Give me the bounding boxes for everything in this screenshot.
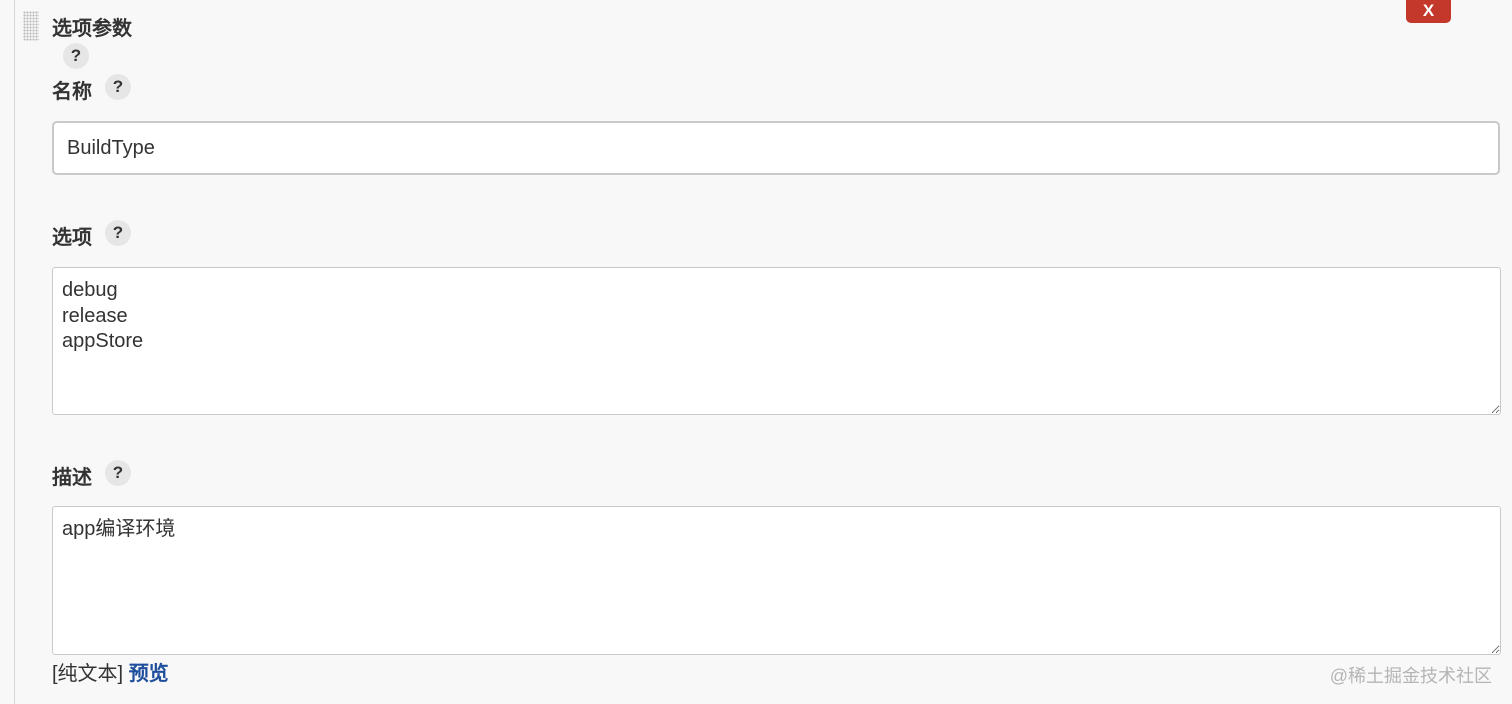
watermark: @稀土掘金技术社区 <box>1329 666 1492 686</box>
choices-textarea[interactable]: debug release appStore <box>52 267 1501 415</box>
drag-handle-icon[interactable] <box>23 11 39 41</box>
choices-label: 选项 <box>52 227 92 249</box>
choices-help-icon[interactable]: ? <box>105 220 131 246</box>
left-rule <box>14 0 15 704</box>
delete-button[interactable]: X <box>1406 0 1451 23</box>
description-label: 描述 <box>52 467 92 489</box>
description-footer: [纯文本] 预览 <box>52 657 169 686</box>
description-help-icon[interactable]: ? <box>105 460 131 486</box>
name-label: 名称 <box>52 81 92 103</box>
name-help-icon[interactable]: ? <box>105 74 131 100</box>
plain-text-label: [纯文本] <box>52 663 124 685</box>
description-textarea[interactable]: app编译环境 <box>52 506 1501 655</box>
preview-link[interactable]: 预览 <box>129 663 169 685</box>
name-input[interactable] <box>52 121 1500 175</box>
section-help-icon[interactable]: ? <box>63 43 89 69</box>
section-title: 选项参数 <box>52 18 132 40</box>
